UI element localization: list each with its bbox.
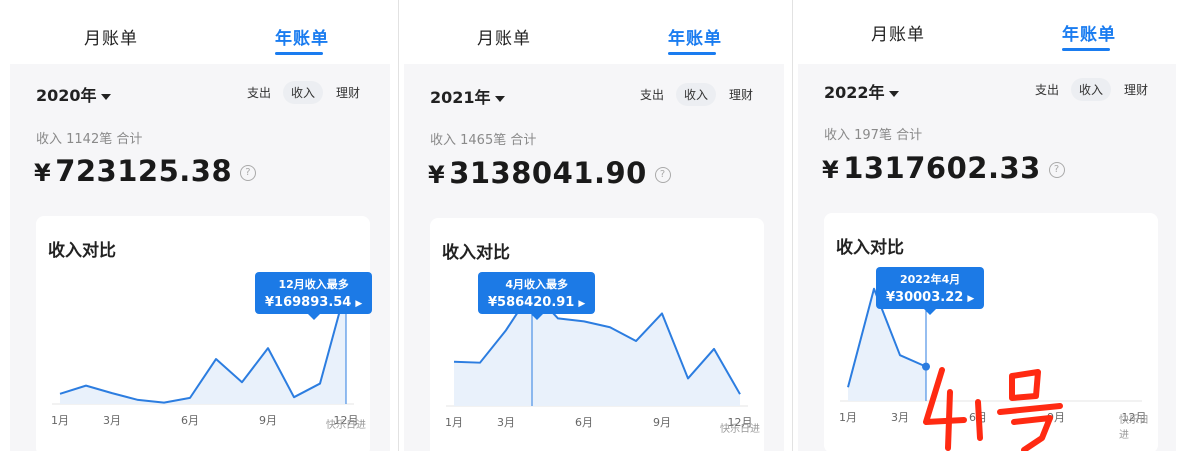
tab-yearly-bill[interactable]: 年账单 — [668, 24, 722, 49]
x-tick-label: 9月 — [259, 414, 277, 427]
tab-yearly-bill[interactable]: 年账单 — [275, 24, 329, 49]
total-amount: ¥3138041.90? — [428, 156, 671, 190]
total-value: 3138041.90 — [449, 156, 647, 190]
year-value: 2022年 — [824, 83, 885, 102]
income-chart: 1月 3月 6月 9月 12月 — [445, 286, 753, 429]
total-value: 1317602.33 — [843, 151, 1041, 185]
tooltip-title: 2022年4月 — [899, 273, 961, 286]
max-income-tooltip[interactable]: 12月收入最多 ¥169893.54 ▶ — [255, 272, 373, 320]
tab-yearly-bill[interactable]: 年账单 — [1062, 20, 1116, 45]
panel-divider — [792, 0, 793, 451]
income-chart: 1月 3月 6月 9月 12月 — [51, 284, 359, 427]
year-value: 2020年 — [36, 86, 97, 105]
segment-income[interactable]: 收入 — [676, 83, 717, 106]
x-tick-label: 1月 — [839, 411, 857, 424]
tooltip-value: ¥30003.22 — [886, 290, 964, 305]
arrow-right-icon: ▶ — [967, 294, 975, 304]
tab-bar: 月账单 年账单 — [798, 0, 1176, 64]
total-amount: ¥723125.38? — [34, 154, 257, 188]
income-comparison-card: 收入对比 1月 3月 6月 9月 12月 4月收入最多 ¥586420.91 ▶ 快乐日进 — [430, 218, 764, 451]
x-tick-label: 3月 — [891, 411, 909, 424]
summary-label: 收入 1142笔 合计 — [36, 132, 143, 147]
currency-symbol: ¥ — [34, 159, 52, 187]
tooltip-value: ¥169893.54 — [265, 295, 352, 310]
max-income-tooltip[interactable]: 4月收入最多 ¥586420.91 ▶ — [478, 272, 596, 320]
watermark: 快乐日进 — [1119, 415, 1149, 441]
tooltip-title: 12月收入最多 — [278, 278, 349, 291]
total-value: 723125.38 — [55, 154, 233, 188]
active-tab-indicator — [1062, 48, 1110, 51]
segment-finance[interactable]: 理财 — [729, 86, 753, 103]
currency-symbol: ¥ — [428, 161, 446, 189]
help-icon[interactable]: ? — [240, 165, 257, 181]
watermark: 快乐日进 — [720, 424, 760, 435]
x-tick-label: 9月 — [653, 416, 671, 429]
arrow-right-icon: ▶ — [578, 299, 586, 309]
year-dropdown[interactable]: 2022年 — [824, 79, 899, 103]
year-value: 2021年 — [430, 88, 491, 107]
segment-finance[interactable]: 理财 — [1124, 81, 1148, 98]
segment-income[interactable]: 收入 — [283, 81, 324, 104]
x-tick-label: 3月 — [103, 414, 121, 427]
year-dropdown[interactable]: 2021年 — [430, 84, 505, 108]
x-tick-label: 6月 — [575, 416, 593, 429]
summary-label: 收入 1465笔 合计 — [430, 133, 537, 148]
caret-down-icon — [100, 93, 111, 100]
bill-panel-2021: 月账单 年账单 2021年 支出 收入 理财 收入 1465笔 合计 ¥3138… — [404, 0, 784, 451]
tab-monthly-bill[interactable]: 月账单 — [871, 20, 925, 45]
summary-label: 收入 197笔 合计 — [824, 128, 923, 143]
handwritten-annotation — [923, 367, 1063, 451]
x-tick-label: 6月 — [181, 414, 199, 427]
tooltip-value: ¥586420.91 — [488, 295, 575, 310]
x-tick-label: 3月 — [497, 416, 515, 429]
year-dropdown[interactable]: 2020年 — [36, 82, 111, 106]
income-comparison-card: 收入对比 1月 3月 6月 9月 12月 12月收入最多 ¥169893.54 ▶ 快乐日… — [36, 216, 373, 451]
screenshot-collage: 月账单 年账单 2020年 支出 收入 理财 收入 1142笔 合计 ¥7231… — [0, 0, 1186, 451]
segment-expense[interactable]: 支出 — [640, 86, 664, 103]
bill-panel-2020: 月账单 年账单 2020年 支出 收入 理财 收入 1142笔 合计 ¥7231… — [10, 0, 390, 451]
selected-month-tooltip[interactable]: 2022年4月 ¥30003.22 ▶ — [876, 267, 985, 315]
caret-down-icon — [494, 95, 505, 102]
x-tick-label: 1月 — [445, 416, 463, 429]
active-tab-indicator — [668, 52, 716, 55]
tab-bar: 月账单 年账单 — [404, 0, 784, 64]
tab-monthly-bill[interactable]: 月账单 — [84, 24, 138, 49]
active-tab-indicator — [275, 52, 323, 55]
total-amount: ¥1317602.33? — [822, 151, 1065, 185]
bill-panel-2022: 月账单 年账单 2022年 支出 收入 理财 收入 197笔 合计 ¥13176… — [798, 0, 1176, 451]
tab-bar: 月账单 年账单 — [10, 0, 390, 64]
x-tick-label: 1月 — [51, 414, 69, 427]
help-icon[interactable]: ? — [654, 167, 671, 183]
watermark: 快乐日进 — [326, 420, 366, 431]
panel-divider — [398, 0, 399, 451]
currency-symbol: ¥ — [822, 156, 840, 184]
segment-finance[interactable]: 理财 — [336, 84, 360, 101]
arrow-right-icon: ▶ — [355, 299, 363, 309]
caret-down-icon — [888, 90, 899, 97]
tooltip-title: 4月收入最多 — [505, 278, 568, 291]
segment-expense[interactable]: 支出 — [247, 84, 271, 101]
segment-expense[interactable]: 支出 — [1035, 81, 1059, 98]
tab-monthly-bill[interactable]: 月账单 — [477, 24, 531, 49]
help-icon[interactable]: ? — [1048, 162, 1065, 178]
segment-income[interactable]: 收入 — [1071, 78, 1112, 101]
